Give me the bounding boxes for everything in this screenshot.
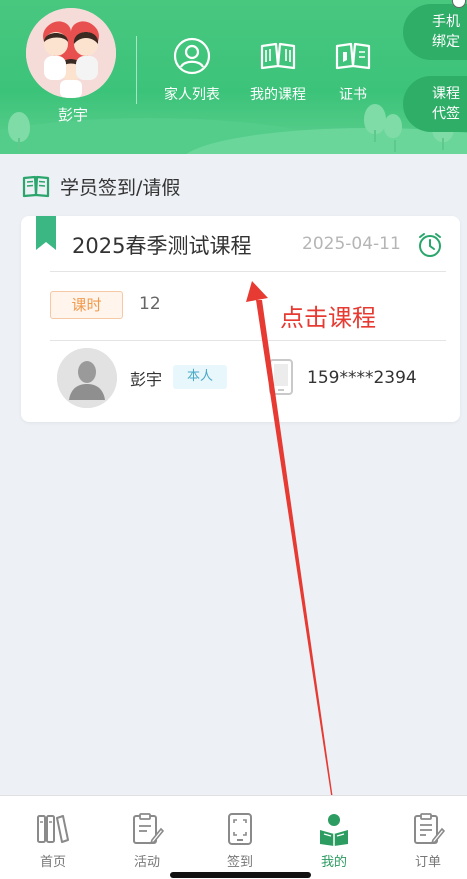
tree-decoration — [8, 112, 30, 150]
relation-badge: 本人 — [173, 365, 227, 389]
home-indicator — [170, 872, 311, 878]
tree-decoration — [384, 114, 402, 152]
user-name: 彭宇 — [57, 106, 88, 124]
profile-header: 彭宇 家人列表 我的课程 证书 手机 绑定 课程 代签 — [0, 0, 467, 154]
tab-label: 活动 — [133, 855, 160, 870]
tab-home[interactable]: 首页 — [18, 812, 88, 870]
phone-icon — [269, 359, 293, 395]
bottom-tab-bar: 首页 活动 签到 我的 订单 — [0, 795, 467, 879]
tab-activities[interactable]: 活动 — [112, 812, 182, 870]
person-circle-icon — [173, 37, 211, 75]
course-proxy-sign-button[interactable]: 课程 代签 — [403, 76, 467, 132]
book-open-icon — [22, 175, 50, 198]
default-person-icon — [57, 348, 117, 408]
student-avatar — [57, 348, 117, 408]
hour-badge: 课时 — [50, 291, 123, 319]
edit-note-icon — [133, 813, 164, 845]
section-title-text: 学员签到/请假 — [60, 176, 181, 199]
tab-label: 订单 — [414, 855, 441, 870]
course-title[interactable]: 2025春季测试课程 — [72, 230, 251, 260]
nav-my-courses[interactable]: 我的课程 — [243, 36, 313, 104]
tab-sign-in[interactable]: 签到 — [205, 812, 275, 870]
card-divider — [50, 340, 446, 341]
scan-device-icon — [228, 813, 252, 845]
side-button-text: 绑定 — [432, 34, 460, 50]
card-divider — [50, 271, 446, 272]
clock-icon — [419, 233, 441, 257]
book-icon — [335, 42, 371, 70]
order-note-icon — [414, 813, 445, 845]
phone-number: 159****2394 — [307, 368, 417, 388]
reading-person-icon — [320, 814, 348, 846]
side-button-text: 课程 — [432, 86, 460, 102]
nav-certificate[interactable]: 证书 — [318, 36, 388, 104]
nav-label: 家人列表 — [164, 87, 220, 103]
hour-count: 12 — [139, 294, 161, 314]
section-title: 学员签到/请假 — [22, 172, 180, 200]
bookmark-icon — [36, 216, 56, 250]
family-avatar-icon — [26, 8, 116, 98]
user-avatar[interactable] — [26, 8, 116, 98]
tab-orders[interactable]: 订单 — [393, 812, 463, 870]
header-divider — [136, 36, 137, 104]
tab-label: 首页 — [39, 855, 66, 870]
course-date: 2025-04-11 — [302, 234, 401, 254]
tree-decoration — [364, 104, 386, 142]
side-button-text: 手机 — [432, 14, 460, 30]
nav-family-list[interactable]: 家人列表 — [157, 36, 227, 104]
open-book-icon — [260, 42, 296, 70]
tab-label: 我的 — [320, 855, 347, 870]
tab-mine[interactable]: 我的 — [299, 812, 369, 870]
nav-label: 我的课程 — [250, 87, 306, 103]
nav-label: 证书 — [339, 87, 367, 103]
side-button-text: 代签 — [432, 106, 460, 122]
course-card[interactable]: 2025春季测试课程 2025-04-11 课时 12 彭宇 本人 159***… — [21, 216, 460, 422]
bind-phone-button[interactable]: 手机 绑定 — [403, 4, 467, 60]
tab-label: 签到 — [226, 855, 253, 870]
books-icon — [37, 815, 69, 843]
annotation-text: 点击课程 — [280, 304, 376, 332]
student-name: 彭宇 — [130, 370, 163, 389]
